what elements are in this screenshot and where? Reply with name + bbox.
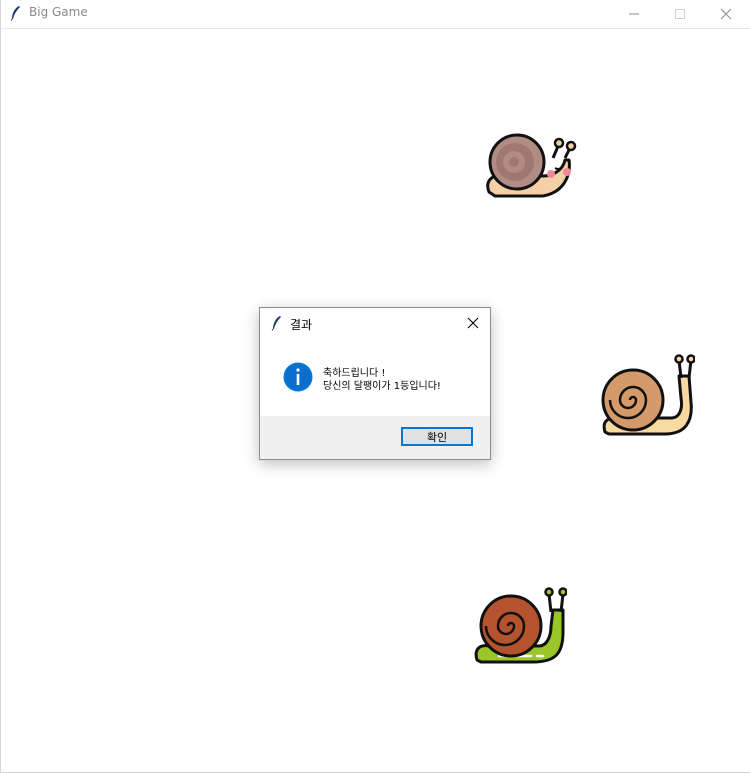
minimize-icon <box>629 13 639 15</box>
dialog-footer: 확인 <box>260 416 490 459</box>
close-icon <box>467 317 479 329</box>
feather-icon <box>271 316 281 331</box>
snail-green-icon <box>474 587 567 664</box>
maximize-button[interactable] <box>657 0 703 28</box>
close-icon <box>720 8 732 20</box>
main-window: Big Game 결과 축하드립니다 ! 당신의 달팽이가 1등입니다! 확인 <box>0 0 750 773</box>
minimize-button[interactable] <box>611 0 657 28</box>
snail-tan-icon <box>601 354 695 436</box>
feather-icon <box>10 6 20 21</box>
window-titlebar[interactable]: Big Game <box>1 0 750 29</box>
snail-pink-icon <box>486 133 577 198</box>
close-button[interactable] <box>703 0 749 28</box>
window-title: Big Game <box>29 5 88 19</box>
dialog-title: 결과 <box>290 318 313 332</box>
dialog-close-button[interactable] <box>464 314 482 332</box>
maximize-icon <box>675 9 685 19</box>
dialog-body: 축하드립니다 ! 당신의 달팽이가 1등입니다! <box>260 338 490 416</box>
info-icon <box>283 362 313 392</box>
result-dialog: 결과 축하드립니다 ! 당신의 달팽이가 1등입니다! 확인 <box>259 307 491 460</box>
dialog-titlebar[interactable]: 결과 <box>260 308 490 338</box>
ok-button[interactable]: 확인 <box>401 427 473 446</box>
dialog-message-line-2: 당신의 달팽이가 1등입니다! <box>323 381 441 392</box>
